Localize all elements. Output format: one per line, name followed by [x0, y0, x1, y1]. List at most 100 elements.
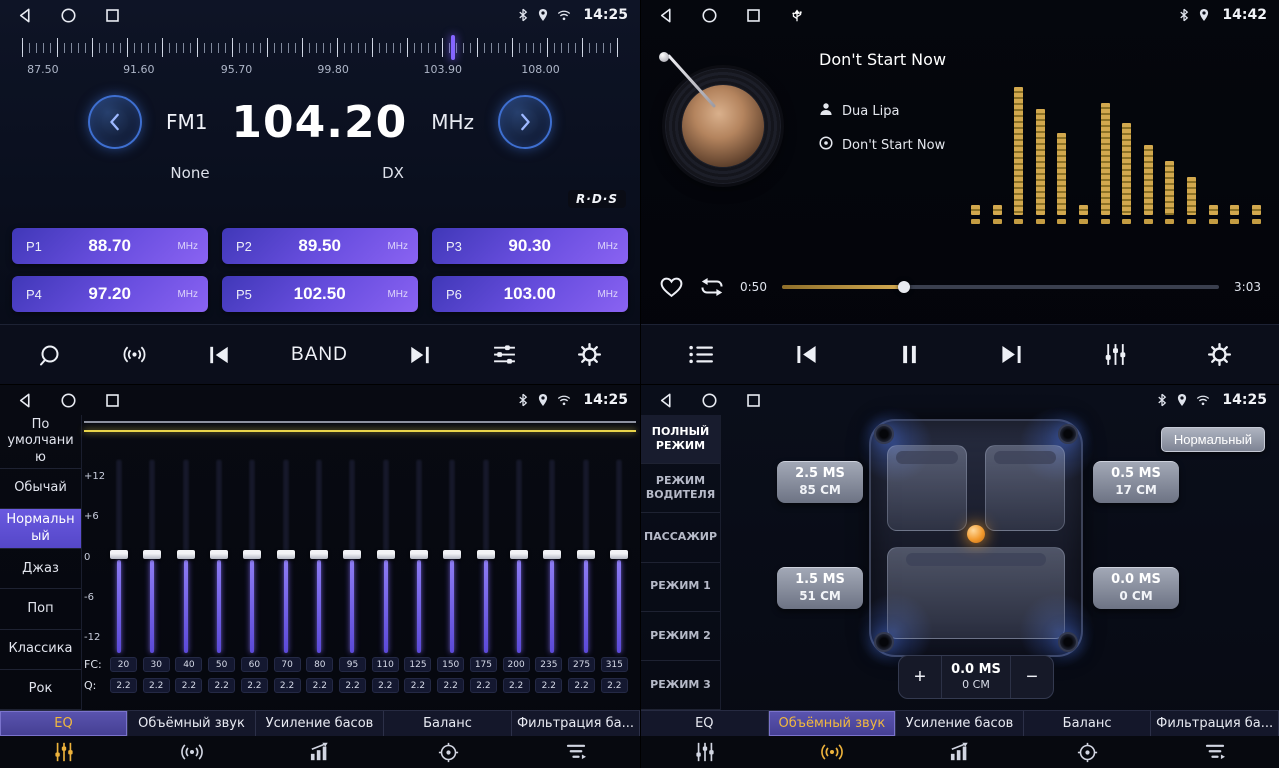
tuning-pointer[interactable]: [451, 35, 455, 60]
back-button[interactable]: [16, 7, 33, 24]
fc-value[interactable]: 235: [535, 657, 562, 672]
eq-preset-item[interactable]: Рок: [0, 670, 81, 710]
fc-value[interactable]: 150: [437, 657, 464, 672]
eq-band-slider[interactable]: [543, 459, 561, 653]
surround-icon[interactable]: [769, 736, 897, 768]
previous-track-icon[interactable]: [794, 343, 819, 366]
home-button[interactable]: [60, 7, 77, 24]
eq-band-slider[interactable]: [177, 459, 195, 653]
settings-tab[interactable]: Усиление басов: [896, 711, 1024, 736]
equalizer-icon[interactable]: [641, 736, 769, 768]
seek-knob[interactable]: [898, 281, 910, 293]
eq-band-slider[interactable]: [143, 459, 161, 653]
q-value[interactable]: 2.2: [175, 678, 202, 693]
q-value[interactable]: 2.2: [568, 678, 595, 693]
q-value[interactable]: 2.2: [601, 678, 628, 693]
rear-left-speaker-icon[interactable]: [874, 632, 894, 652]
slider-handle[interactable]: [577, 550, 595, 559]
q-value[interactable]: 2.2: [208, 678, 235, 693]
eq-band-slider[interactable]: [243, 459, 261, 653]
filter-icon[interactable]: [1151, 736, 1279, 768]
home-button[interactable]: [60, 392, 77, 409]
equalizer-icon[interactable]: [1103, 342, 1128, 367]
q-value[interactable]: 2.2: [241, 678, 268, 693]
fc-value[interactable]: 125: [404, 657, 431, 672]
preset-button[interactable]: P2 89.50 MHz: [222, 228, 418, 264]
sound-mode-item[interactable]: ПАССАЖИР: [641, 513, 720, 562]
back-button[interactable]: [16, 392, 33, 409]
balance-icon[interactable]: [1024, 736, 1152, 768]
settings-tab[interactable]: Объёмный звук: [769, 711, 897, 736]
slider-handle[interactable]: [210, 550, 228, 559]
q-value[interactable]: 2.2: [339, 678, 366, 693]
settings-tab[interactable]: Фильтрация ба...: [512, 711, 640, 736]
fc-value[interactable]: 30: [143, 657, 170, 672]
recents-button[interactable]: [104, 7, 121, 24]
recents-button[interactable]: [745, 392, 762, 409]
eq-preset-item[interactable]: По умолчанию: [0, 415, 81, 469]
balance-icon[interactable]: [384, 736, 512, 768]
slider-handle[interactable]: [477, 550, 495, 559]
eq-band-slider[interactable]: [343, 459, 361, 653]
settings-gear-icon[interactable]: [1207, 342, 1232, 367]
fc-value[interactable]: 60: [241, 657, 268, 672]
repeat-icon[interactable]: [699, 276, 725, 298]
seek-bar[interactable]: [782, 285, 1219, 289]
preset-button[interactable]: P4 97.20 MHz: [12, 276, 208, 312]
fc-value[interactable]: 200: [503, 657, 530, 672]
slider-handle[interactable]: [143, 550, 161, 559]
field-preset-badge[interactable]: Нормальный: [1161, 427, 1265, 452]
slider-handle[interactable]: [377, 550, 395, 559]
broadcast-icon[interactable]: [122, 342, 147, 367]
scan-icon[interactable]: [38, 343, 62, 367]
eq-band-slider[interactable]: [210, 459, 228, 653]
settings-tab[interactable]: Усиление басов: [256, 711, 384, 736]
eq-band-slider[interactable]: [110, 459, 128, 653]
slider-handle[interactable]: [277, 550, 295, 559]
q-value[interactable]: 2.2: [274, 678, 301, 693]
filter-icon[interactable]: [512, 736, 640, 768]
eq-band-slider[interactable]: [510, 459, 528, 653]
front-left-speaker-icon[interactable]: [874, 424, 894, 444]
eq-preset-item[interactable]: Джаз: [0, 549, 81, 589]
eq-band-slider[interactable]: [577, 459, 595, 653]
q-value[interactable]: 2.2: [437, 678, 464, 693]
settings-tab[interactable]: Фильтрация ба...: [1151, 711, 1279, 736]
slider-handle[interactable]: [443, 550, 461, 559]
sound-mode-item[interactable]: ПОЛНЫЙ РЕЖИМ: [641, 415, 720, 464]
delay-decrease-button[interactable]: −: [1011, 656, 1053, 698]
frequency-scale[interactable]: [22, 36, 618, 60]
sound-mode-item[interactable]: РЕЖИМ 1: [641, 563, 720, 612]
delay-increase-button[interactable]: +: [899, 656, 941, 698]
slider-handle[interactable]: [543, 550, 561, 559]
fc-value[interactable]: 315: [601, 657, 628, 672]
q-value[interactable]: 2.2: [110, 678, 137, 693]
eq-band-slider[interactable]: [477, 459, 495, 653]
slider-handle[interactable]: [110, 550, 128, 559]
preset-button[interactable]: P1 88.70 MHz: [12, 228, 208, 264]
settings-tab[interactable]: EQ: [641, 711, 769, 736]
back-button[interactable]: [657, 7, 674, 24]
band-button[interactable]: BAND: [291, 344, 348, 366]
tune-down-button[interactable]: [88, 95, 142, 149]
home-button[interactable]: [701, 7, 718, 24]
slider-handle[interactable]: [243, 550, 261, 559]
eq-band-slider[interactable]: [610, 459, 628, 653]
settings-tab[interactable]: Баланс: [384, 711, 512, 736]
fc-value[interactable]: 40: [175, 657, 202, 672]
sound-focus-point[interactable]: [967, 525, 985, 543]
slider-handle[interactable]: [410, 550, 428, 559]
fc-value[interactable]: 95: [339, 657, 366, 672]
back-button[interactable]: [657, 392, 674, 409]
bass-boost-icon[interactable]: [896, 736, 1024, 768]
eq-preset-item[interactable]: Обычай: [0, 469, 81, 509]
fc-value[interactable]: 20: [110, 657, 137, 672]
fc-value[interactable]: 275: [568, 657, 595, 672]
fc-value[interactable]: 175: [470, 657, 497, 672]
eq-band-slider[interactable]: [277, 459, 295, 653]
tune-up-button[interactable]: [498, 95, 552, 149]
front-left-delay-card[interactable]: 2.5 MS 85 CM: [777, 461, 863, 503]
preset-button[interactable]: P5 102.50 MHz: [222, 276, 418, 312]
slider-handle[interactable]: [310, 550, 328, 559]
settings-tab[interactable]: EQ: [0, 711, 128, 736]
